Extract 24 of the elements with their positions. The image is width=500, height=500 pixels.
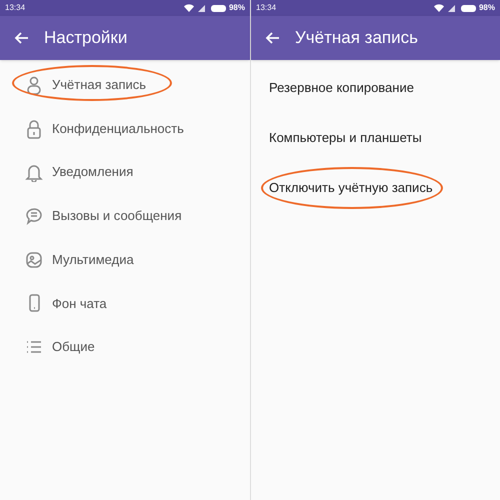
battery-percent: 98% — [228, 2, 245, 14]
screen-title: Учётная запись — [295, 27, 418, 50]
chat-bubble-icon — [24, 206, 44, 226]
settings-item[interactable]: Резервное копирование — [251, 63, 500, 113]
settings-item[interactable]: Уведомления — [0, 150, 250, 194]
wifi-icon — [184, 4, 194, 12]
screen-title: Настройки — [44, 27, 128, 50]
status-time: 13:34 — [5, 2, 26, 14]
settings-item[interactable]: Отключить учётную запись — [251, 163, 500, 213]
battery-icon — [210, 4, 227, 12]
image-icon — [24, 250, 44, 270]
settings-item[interactable]: Фон чата — [0, 281, 250, 326]
battery-percent: 98% — [478, 2, 495, 14]
signal-icon — [198, 4, 205, 12]
settings-item[interactable]: Конфиденциальность — [0, 106, 250, 150]
settings-item[interactable]: Мультимедиа — [0, 238, 250, 282]
settings-item[interactable]: Вызовы и сообщения — [0, 194, 250, 238]
wifi-icon — [434, 4, 444, 12]
battery-icon — [460, 4, 477, 12]
status-time: 13:34 — [256, 2, 276, 14]
settings-item[interactable]: Компьютеры и планшеты — [251, 113, 500, 163]
signal-icon — [448, 4, 455, 12]
settings-item[interactable]: Учётная запись — [0, 63, 250, 107]
settings-item[interactable]: Общие — [0, 325, 250, 369]
